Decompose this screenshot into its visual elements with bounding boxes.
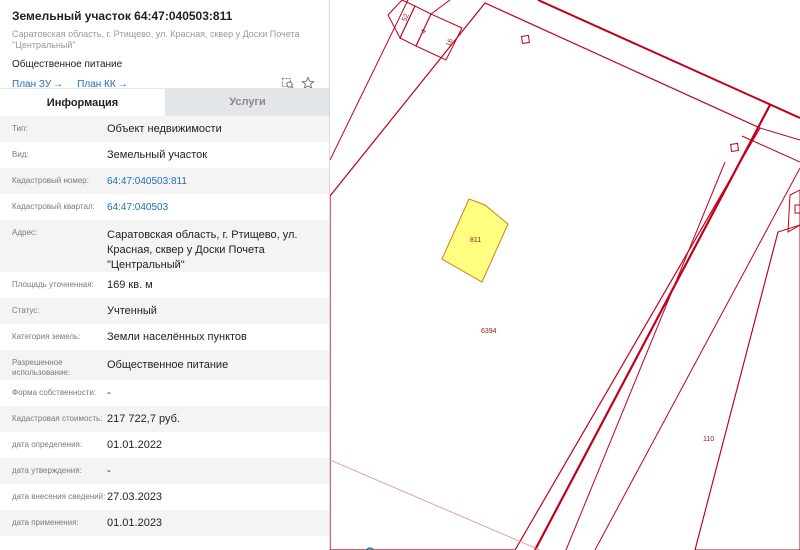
- info-row-key: Категория земель:: [12, 332, 81, 341]
- info-row-value: Учтенный: [107, 304, 157, 317]
- info-row-key: Адрес:: [12, 228, 38, 237]
- info-row: Адрес: Саратовская область, г. Ртищево, у…: [0, 220, 329, 272]
- address-line-2: "Центральный": [12, 40, 76, 50]
- info-row-key: дата применения:: [12, 518, 79, 527]
- info-row-key: дата утверждения:: [12, 466, 82, 475]
- info-row-value: Земельный участок: [107, 148, 208, 161]
- info-row: дата внесения сведений: 27.03.2023: [0, 484, 329, 510]
- info-row-key: Статус:: [12, 306, 40, 315]
- info-row: Вид: Земельный участок: [0, 142, 329, 168]
- parcel-boundary: [759, 127, 800, 141]
- info-row: дата применения: 01.01.2023: [0, 510, 329, 536]
- parcel-label-811: 811: [470, 237, 481, 244]
- parcel-110[interactable]: [694, 224, 800, 550]
- map-view[interactable]: 52 4 16 811 6394 110: [330, 0, 800, 550]
- tab-services[interactable]: Услуги: [165, 88, 329, 116]
- parcel-edge[interactable]: [787, 189, 800, 233]
- info-row: Разрешенное использование: Общественное п…: [0, 350, 329, 380]
- info-row-key: Кадастровая стоимость:: [12, 414, 103, 423]
- parcel-boundary: [330, 0, 409, 161]
- parcel-boundary: [694, 231, 779, 550]
- info-row: Форма собственности: -: [0, 380, 329, 406]
- parcel-label-6394: 6394: [481, 328, 497, 335]
- info-row: Кадастровый квартал: 64:47:040503: [0, 194, 329, 220]
- info-row-key: Разрешенное использование:: [12, 358, 71, 377]
- info-row: Кадастровый номер: 64:47:040503:811: [0, 168, 329, 194]
- info-row-value: 169 кв. м: [107, 278, 153, 291]
- info-row-key: Кадастровый квартал:: [12, 202, 95, 211]
- info-row: Площадь уточненная: 169 кв. м: [0, 272, 329, 298]
- info-table: Тип: Объект недвижимости Вид: Земельный уча…: [0, 116, 329, 536]
- info-row-link[interactable]: 64:47:040503: [107, 200, 329, 215]
- info-row: дата определения: 01.01.2022: [0, 432, 329, 458]
- parcel-boundary: [430, 0, 451, 15]
- tab-info[interactable]: Информация: [0, 88, 165, 116]
- parcel-label-110: 110: [703, 436, 714, 443]
- info-row-value: Саратовская область, г. Ртищево, ул. Кра…: [107, 229, 298, 271]
- info-row-link[interactable]: 64:47:040503:811: [107, 174, 329, 189]
- info-row-key: дата определения:: [12, 440, 83, 449]
- info-row: Кадастровая стоимость: 217 722,7 руб.: [0, 406, 329, 432]
- info-row-value: 217 722,7 руб.: [107, 412, 180, 425]
- cadastral-map[interactable]: 52 4 16 811 6394 110: [330, 0, 800, 550]
- info-row-key: Тип:: [12, 124, 28, 133]
- info-row-value: -: [107, 386, 111, 399]
- page-title: Земельный участок 64:47:040503:811: [12, 9, 233, 23]
- parcel-16[interactable]: [415, 13, 463, 61]
- info-row: Тип: Объект недвижимости: [0, 116, 329, 142]
- tab-bar: Информация Услуги: [0, 88, 329, 116]
- parcel-boundary: [565, 161, 726, 550]
- info-row-key: Форма собственности:: [12, 388, 97, 397]
- parcel-boundary: [534, 104, 771, 550]
- panel-header: Земельный участок 64:47:040503:811 Сарат…: [0, 0, 329, 92]
- marker-square: [520, 34, 530, 44]
- info-row-value: Объект недвижимости: [107, 122, 222, 135]
- marker-square: [730, 142, 740, 152]
- info-row-value: Общественное питание: [107, 359, 229, 371]
- parcel-4[interactable]: [399, 5, 432, 47]
- address-line-1: Саратовская область, г. Ртищево, ул. Кра…: [12, 29, 300, 39]
- info-row-value: -: [107, 464, 111, 477]
- parcel-boundary: [537, 0, 800, 119]
- marker-square: [794, 204, 800, 214]
- parcel-boundary: [741, 135, 800, 163]
- address-subtitle: Саратовская область, г. Ртищево, ул. Кра…: [12, 29, 317, 51]
- purpose-text: Общественное питание: [12, 59, 123, 70]
- info-row-key: дата внесения сведений:: [12, 492, 106, 501]
- info-row: Категория земель: Земли населённых пункто…: [0, 324, 329, 350]
- info-panel: Земельный участок 64:47:040503:811 Сарат…: [0, 0, 330, 550]
- parcel-boundary: [330, 459, 541, 550]
- info-row-value: 01.01.2022: [107, 438, 163, 451]
- info-row-value: 01.01.2023: [107, 516, 163, 529]
- info-row-key: Вид:: [12, 150, 29, 159]
- info-row-key: Кадастровый номер:: [12, 176, 89, 185]
- info-row: дата утверждения: -: [0, 458, 329, 484]
- info-row-key: Площадь уточненная:: [12, 280, 94, 289]
- parcel-6394[interactable]: [330, 2, 761, 550]
- info-row: Статус: Учтенный: [0, 298, 329, 324]
- info-row-value: Земли населённых пунктов: [107, 330, 247, 343]
- info-row-value: 27.03.2023: [107, 490, 163, 503]
- parcel-label-52: 52: [401, 13, 410, 23]
